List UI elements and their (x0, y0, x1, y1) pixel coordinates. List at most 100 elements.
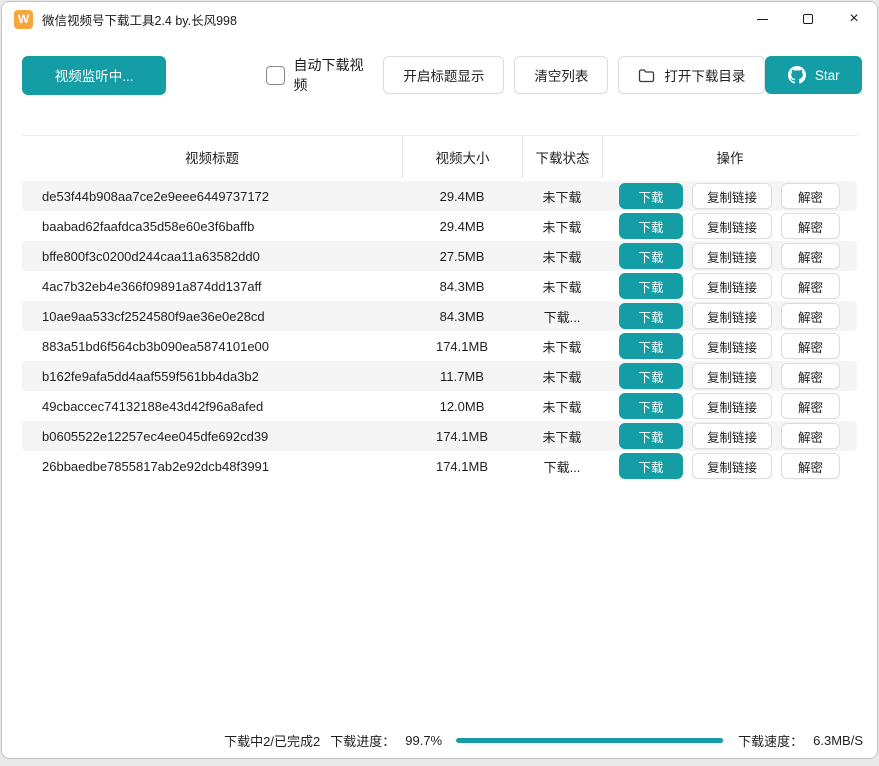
download-status: 未下载 (522, 337, 602, 356)
download-status: 未下载 (522, 427, 602, 446)
column-header-size: 视频大小 (402, 136, 522, 178)
speed-value: 6.3MB/S (813, 733, 863, 748)
app-window: W 微信视频号下载工具2.4 by.长风998 × 视频监听中... 自动下载视… (1, 1, 878, 759)
video-listening-button[interactable]: 视频监听中... (22, 56, 166, 95)
row-actions: 下载 复制链接 解密 (602, 183, 857, 209)
progress-fill (456, 738, 723, 743)
video-size: 174.1MB (402, 459, 522, 474)
statusbar: 下载中2/已完成2 下载进度： 99.7% 下载速度： 6.3MB/S (2, 729, 877, 751)
download-status: 未下载 (522, 367, 602, 386)
download-button[interactable]: 下载 (619, 273, 683, 299)
decrypt-button[interactable]: 解密 (781, 363, 840, 389)
window-controls: × (739, 2, 877, 36)
close-button[interactable]: × (831, 2, 877, 36)
video-size: 12.0MB (402, 399, 522, 414)
folder-icon (638, 68, 655, 83)
row-actions: 下载 复制链接 解密 (602, 303, 857, 329)
github-star-button[interactable]: Star (765, 56, 862, 94)
table-row: 10ae9aa533cf2524580f9ae36e0e28cd 84.3MB … (22, 301, 857, 331)
download-button[interactable]: 下载 (619, 243, 683, 269)
download-button[interactable]: 下载 (619, 393, 683, 419)
auto-download-checkbox[interactable] (266, 66, 284, 85)
auto-download-group: 自动下载视频 (266, 55, 373, 95)
video-title: 26bbaedbe7855817ab2e92dcb48f3991 (22, 459, 402, 474)
table-row: bffe800f3c0200d244caa11a63582dd0 27.5MB … (22, 241, 857, 271)
table-row: 883a51bd6f564cb3b090ea5874101e00 174.1MB… (22, 331, 857, 361)
row-actions: 下载 复制链接 解密 (602, 273, 857, 299)
column-header-title: 视频标题 (22, 136, 402, 178)
copy-link-button[interactable]: 复制链接 (692, 273, 772, 299)
download-button[interactable]: 下载 (619, 183, 683, 209)
video-title: b162fe9afa5dd4aaf559f561bb4da3b2 (22, 369, 402, 384)
decrypt-button[interactable]: 解密 (781, 333, 840, 359)
download-button[interactable]: 下载 (619, 363, 683, 389)
github-star-label: Star (815, 68, 840, 83)
column-header-actions: 操作 (602, 136, 857, 178)
video-title: bffe800f3c0200d244caa11a63582dd0 (22, 249, 402, 264)
open-download-dir-label: 打开下载目录 (664, 65, 745, 85)
video-title: b0605522e12257ec4ee045dfe692cd39 (22, 429, 402, 444)
download-status: 未下载 (522, 277, 602, 296)
download-button[interactable]: 下载 (619, 303, 683, 329)
download-status: 下载... (522, 457, 602, 476)
open-download-dir-button[interactable]: 打开下载目录 (618, 56, 765, 94)
copy-link-button[interactable]: 复制链接 (692, 243, 772, 269)
decrypt-button[interactable]: 解密 (781, 243, 840, 269)
table-row: b162fe9afa5dd4aaf559f561bb4da3b2 11.7MB … (22, 361, 857, 391)
speed-label: 下载速度： (738, 731, 803, 750)
decrypt-button[interactable]: 解密 (781, 183, 840, 209)
toolbar: 视频监听中... 自动下载视频 开启标题显示 清空列表 打开下载目录 Star (2, 36, 877, 95)
auto-download-label: 自动下载视频 (294, 55, 374, 95)
video-table: 视频标题 视频大小 下载状态 操作 de53f44b908aa7ce2e9eee… (22, 135, 857, 481)
row-actions: 下载 复制链接 解密 (602, 423, 857, 449)
download-button[interactable]: 下载 (619, 213, 683, 239)
copy-link-button[interactable]: 复制链接 (692, 423, 772, 449)
decrypt-button[interactable]: 解密 (781, 273, 840, 299)
progress-label: 下载进度： (330, 731, 395, 750)
titlebar: W 微信视频号下载工具2.4 by.长风998 × (2, 2, 877, 36)
video-size: 27.5MB (402, 249, 522, 264)
copy-link-button[interactable]: 复制链接 (692, 393, 772, 419)
decrypt-button[interactable]: 解密 (781, 453, 840, 479)
copy-link-button[interactable]: 复制链接 (692, 333, 772, 359)
table-row: baabad62faafdca35d58e60e3f6baffb 29.4MB … (22, 211, 857, 241)
maximize-icon (803, 14, 813, 24)
copy-link-button[interactable]: 复制链接 (692, 213, 772, 239)
minimize-button[interactable] (739, 2, 785, 36)
download-button[interactable]: 下载 (619, 423, 683, 449)
progress-value: 99.7% (405, 733, 442, 748)
video-size: 84.3MB (402, 309, 522, 324)
video-size: 11.7MB (402, 369, 522, 384)
maximize-button[interactable] (785, 2, 831, 36)
video-size: 174.1MB (402, 429, 522, 444)
toggle-title-display-button[interactable]: 开启标题显示 (383, 56, 504, 94)
decrypt-button[interactable]: 解密 (781, 213, 840, 239)
row-actions: 下载 复制链接 解密 (602, 333, 857, 359)
row-actions: 下载 复制链接 解密 (602, 213, 857, 239)
table-header: 视频标题 视频大小 下载状态 操作 (22, 135, 857, 178)
row-actions: 下载 复制链接 解密 (602, 363, 857, 389)
clear-list-button[interactable]: 清空列表 (514, 56, 608, 94)
copy-link-button[interactable]: 复制链接 (692, 303, 772, 329)
decrypt-button[interactable]: 解密 (781, 393, 840, 419)
copy-link-button[interactable]: 复制链接 (692, 183, 772, 209)
downloading-count: 下载中2/已完成2 (224, 731, 320, 750)
video-title: 4ac7b32eb4e366f09891a874dd137aff (22, 279, 402, 294)
download-status: 下载... (522, 307, 602, 326)
video-size: 174.1MB (402, 339, 522, 354)
video-title: baabad62faafdca35d58e60e3f6baffb (22, 219, 402, 234)
decrypt-button[interactable]: 解密 (781, 303, 840, 329)
decrypt-button[interactable]: 解密 (781, 423, 840, 449)
video-title: 10ae9aa533cf2524580f9ae36e0e28cd (22, 309, 402, 324)
copy-link-button[interactable]: 复制链接 (692, 453, 772, 479)
download-button[interactable]: 下载 (619, 333, 683, 359)
table-row: 4ac7b32eb4e366f09891a874dd137aff 84.3MB … (22, 271, 857, 301)
video-title: 883a51bd6f564cb3b090ea5874101e00 (22, 339, 402, 354)
row-actions: 下载 复制链接 解密 (602, 393, 857, 419)
copy-link-button[interactable]: 复制链接 (692, 363, 772, 389)
download-button[interactable]: 下载 (619, 453, 683, 479)
window-title: 微信视频号下载工具2.4 by.长风998 (42, 10, 237, 29)
download-status: 未下载 (522, 187, 602, 206)
video-title: de53f44b908aa7ce2e9eee6449737172 (22, 189, 402, 204)
row-actions: 下载 复制链接 解密 (602, 243, 857, 269)
